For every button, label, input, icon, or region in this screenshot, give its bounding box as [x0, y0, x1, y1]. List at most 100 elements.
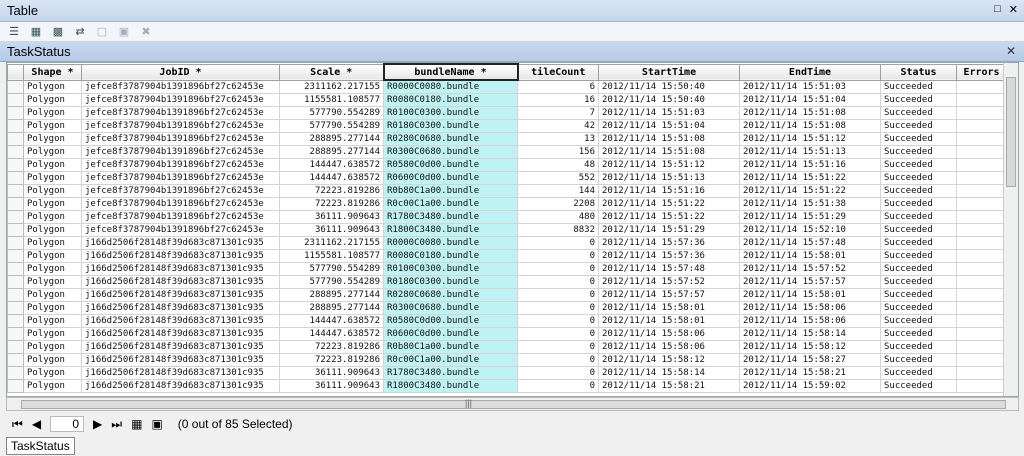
table-row[interactable]: Polygon j166d2506f28148f39d683c871301c935… — [7, 275, 1007, 289]
table-cell[interactable]: j166d2506f28148f39d683c871301c935 — [81, 379, 280, 393]
table-cell[interactable]: 2012/11/14 15:51:08 — [598, 132, 740, 146]
table-cell[interactable]: R0b80C1a00.bundle — [383, 340, 518, 354]
row-selector[interactable] — [7, 145, 24, 159]
table-cell[interactable]: Polygon — [23, 171, 82, 185]
table-cell[interactable]: Succeeded — [880, 210, 957, 224]
table-cell[interactable]: 2012/11/14 15:51:29 — [598, 223, 740, 237]
row-selector[interactable] — [7, 171, 24, 185]
table-row[interactable]: Polygon jefce8f3787904b1391896bf27c62453e… — [7, 197, 1007, 211]
table-cell[interactable]: R0300C0680.bundle — [383, 301, 518, 315]
table-cell[interactable]: 2012/11/14 15:58:14 — [739, 327, 881, 341]
table-cell[interactable]: j166d2506f28148f39d683c871301c935 — [81, 249, 280, 263]
table-cell[interactable]: 1155581.108577 — [279, 93, 384, 107]
table-cell[interactable]: 16 — [517, 93, 599, 107]
table-cell[interactable]: Succeeded — [880, 314, 957, 328]
column-header[interactable]: tileCount — [517, 63, 599, 81]
row-selector[interactable] — [7, 210, 24, 224]
table-cell[interactable]: 2012/11/14 15:51:29 — [739, 210, 881, 224]
row-selector[interactable] — [7, 158, 24, 172]
table-cell[interactable]: 1155581.108577 — [279, 249, 384, 263]
switch-selection-icon[interactable]: ⇄ — [72, 25, 88, 39]
table-cell[interactable]: Succeeded — [880, 184, 957, 198]
table-cell[interactable]: R0280C0680.bundle — [383, 132, 518, 146]
table-cell[interactable]: 2012/11/14 15:57:36 — [598, 249, 740, 263]
table-cell[interactable]: R0b80C1a00.bundle — [383, 184, 518, 198]
table-cell[interactable]: 36111.909643 — [279, 223, 384, 237]
table-cell[interactable]: Polygon — [23, 119, 82, 133]
table-cell[interactable]: 2012/11/14 15:51:13 — [739, 145, 881, 159]
table-cell[interactable] — [956, 171, 1007, 185]
close-table-icon[interactable]: ✕ — [1006, 44, 1016, 58]
row-selector[interactable] — [7, 353, 24, 367]
table-row[interactable]: Polygon j166d2506f28148f39d683c871301c935… — [7, 327, 1007, 341]
table-cell[interactable]: 0 — [517, 288, 599, 302]
table-cell[interactable] — [956, 366, 1007, 380]
table-row[interactable]: Polygon j166d2506f28148f39d683c871301c935… — [7, 249, 1007, 263]
table-row[interactable]: Polygon jefce8f3787904b1391896bf27c62453e… — [7, 79, 1007, 94]
table-row[interactable]: Polygon j166d2506f28148f39d683c871301c935… — [7, 236, 1007, 250]
row-selector[interactable] — [7, 223, 24, 237]
table-cell[interactable]: Polygon — [23, 249, 82, 263]
table-cell[interactable]: 2012/11/14 15:58:06 — [739, 301, 881, 315]
table-cell[interactable]: 36111.909643 — [279, 210, 384, 224]
table-cell[interactable]: 2012/11/14 15:51:38 — [739, 197, 881, 211]
table-cell[interactable] — [956, 158, 1007, 172]
row-selector[interactable] — [7, 93, 24, 107]
table-cell[interactable]: R1780C3480.bundle — [383, 210, 518, 224]
table-cell[interactable]: j166d2506f28148f39d683c871301c935 — [81, 353, 280, 367]
table-row[interactable]: Polygon j166d2506f28148f39d683c871301c935… — [7, 366, 1007, 380]
table-cell[interactable]: 0 — [517, 379, 599, 393]
first-record-icon[interactable]: ⏮ — [12, 417, 23, 432]
table-cell[interactable] — [956, 314, 1007, 328]
table-cell[interactable]: 144 — [517, 184, 599, 198]
vertical-scrollbar[interactable] — [1003, 63, 1018, 396]
table-cell[interactable]: Polygon — [23, 275, 82, 289]
table-cell[interactable]: 2012/11/14 15:51:04 — [739, 93, 881, 107]
table-cell[interactable]: 2012/11/14 15:57:57 — [739, 275, 881, 289]
table-row[interactable]: Polygon jefce8f3787904b1391896bf27c62453e… — [7, 132, 1007, 146]
table-cell[interactable]: 2311162.217155 — [279, 236, 384, 250]
table-cell[interactable]: 0 — [517, 262, 599, 276]
table-cell[interactable]: 2012/11/14 15:58:06 — [598, 327, 740, 341]
row-selector-header[interactable] — [7, 63, 24, 81]
table-cell[interactable]: Succeeded — [880, 366, 957, 380]
row-selector[interactable] — [7, 379, 24, 393]
table-cell[interactable]: R0300C0680.bundle — [383, 145, 518, 159]
table-cell[interactable]: jefce8f3787904b1391896bf27c62453e — [81, 132, 280, 146]
row-selector[interactable] — [7, 327, 24, 341]
table-cell[interactable]: 2012/11/14 15:58:27 — [739, 353, 881, 367]
table-cell[interactable]: j166d2506f28148f39d683c871301c935 — [81, 262, 280, 276]
table-cell[interactable]: 2012/11/14 15:51:08 — [739, 106, 881, 120]
delete-selected-icon[interactable]: ✖ — [138, 25, 154, 39]
table-cell[interactable]: Polygon — [23, 79, 82, 94]
table-cell[interactable]: 2311162.217155 — [279, 79, 384, 94]
table-cell[interactable]: Succeeded — [880, 353, 957, 367]
row-selector[interactable] — [7, 249, 24, 263]
table-cell[interactable]: jefce8f3787904b1391896bf27c62453e — [81, 119, 280, 133]
table-cell[interactable]: Succeeded — [880, 379, 957, 393]
table-cell[interactable]: Polygon — [23, 158, 82, 172]
table-cell[interactable]: 2012/11/14 15:51:03 — [598, 106, 740, 120]
column-header[interactable]: StartTime — [598, 63, 740, 81]
table-cell[interactable]: 2012/11/14 15:57:57 — [598, 288, 740, 302]
table-cell[interactable]: R1800C3480.bundle — [383, 379, 518, 393]
table-cell[interactable]: R0180C0300.bundle — [383, 119, 518, 133]
table-row[interactable]: Polygon jefce8f3787904b1391896bf27c62453e… — [7, 158, 1007, 172]
table-cell[interactable]: 8832 — [517, 223, 599, 237]
table-cell[interactable]: Succeeded — [880, 106, 957, 120]
table-cell[interactable]: 0 — [517, 353, 599, 367]
table-cell[interactable] — [956, 327, 1007, 341]
next-record-icon[interactable]: ▶ — [93, 417, 102, 431]
table-cell[interactable]: Succeeded — [880, 288, 957, 302]
table-cell[interactable]: 288895.277144 — [279, 288, 384, 302]
table-cell[interactable]: R0280C0680.bundle — [383, 288, 518, 302]
table-cell[interactable]: R0c00C1a00.bundle — [383, 197, 518, 211]
row-selector[interactable] — [7, 314, 24, 328]
table-cell[interactable]: 48 — [517, 158, 599, 172]
table-cell[interactable]: jefce8f3787904b1391896bf27c62453e — [81, 106, 280, 120]
table-cell[interactable]: R0600C0d00.bundle — [383, 171, 518, 185]
table-cell[interactable]: Polygon — [23, 288, 82, 302]
table-cell[interactable]: 552 — [517, 171, 599, 185]
table-cell[interactable]: j166d2506f28148f39d683c871301c935 — [81, 275, 280, 289]
table-cell[interactable] — [956, 106, 1007, 120]
